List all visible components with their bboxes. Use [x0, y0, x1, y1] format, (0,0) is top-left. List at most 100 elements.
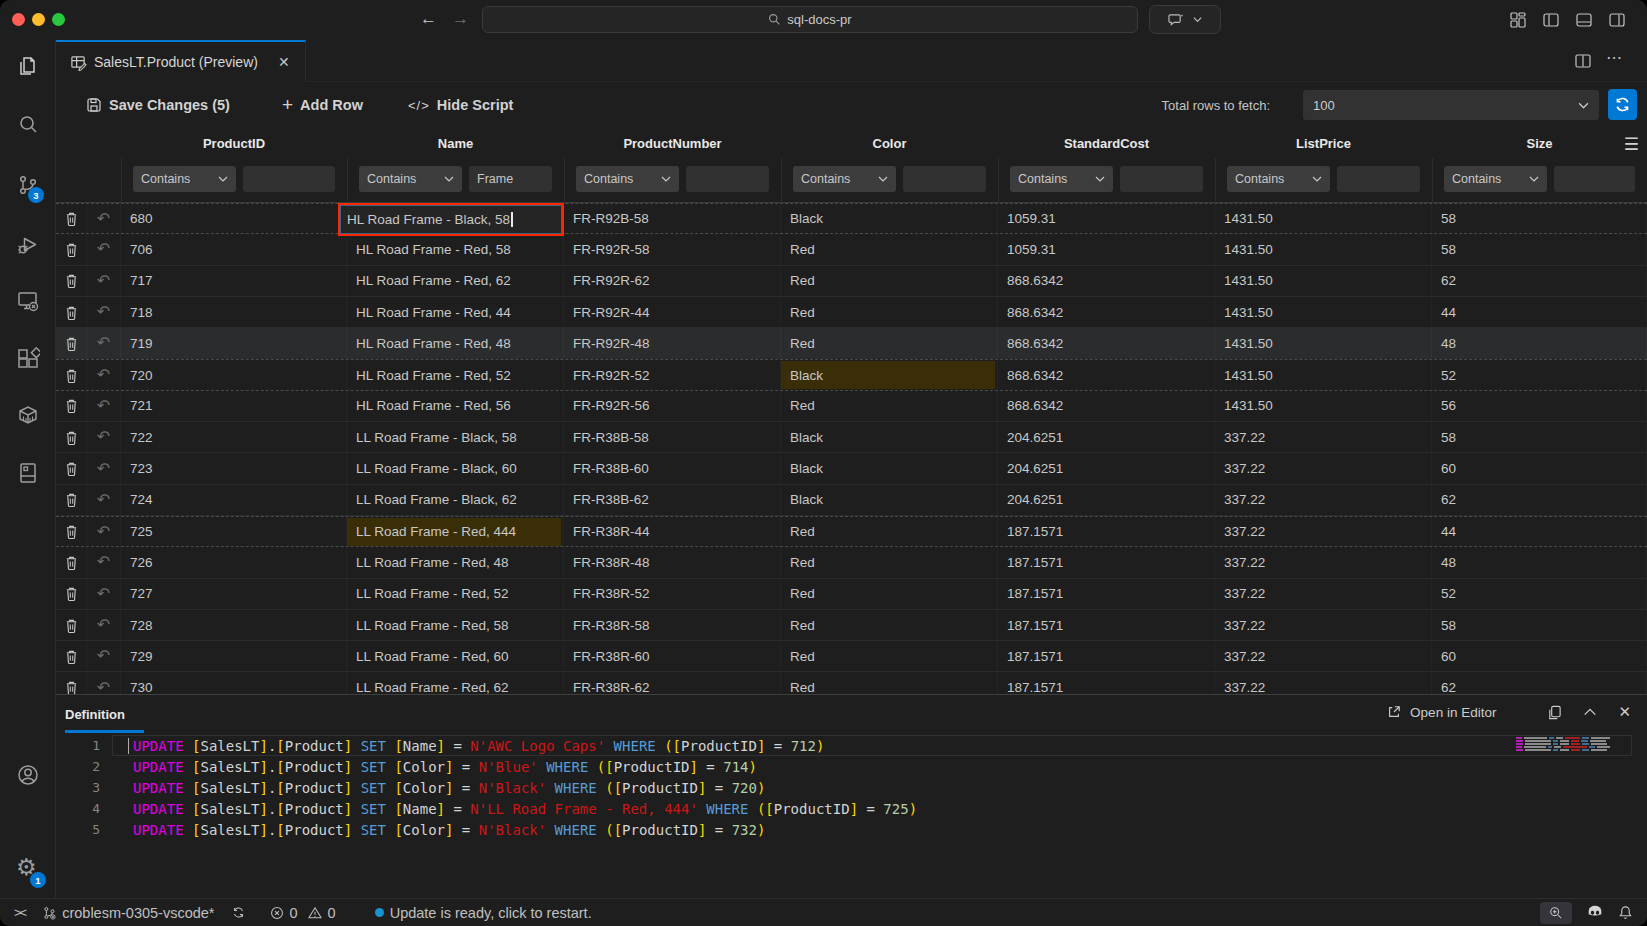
- filter-operator-size[interactable]: Contains: [1444, 166, 1547, 192]
- cell-720-id[interactable]: 720: [121, 360, 347, 389]
- revert-row-icon[interactable]: ↶: [97, 557, 110, 567]
- cell-717-price[interactable]: 1431.50: [1215, 266, 1432, 296]
- delete-row-cell[interactable]: [56, 234, 87, 264]
- cell-680-size[interactable]: 58: [1432, 204, 1647, 233]
- revert-row-icon[interactable]: ↶: [97, 589, 110, 599]
- revert-row-cell[interactable]: ↶: [87, 204, 121, 233]
- revert-row-icon[interactable]: ↶: [97, 651, 110, 661]
- cell-725-id[interactable]: 725: [121, 517, 347, 546]
- cell-730-color[interactable]: Red: [781, 672, 998, 694]
- revert-row-icon[interactable]: ↶: [97, 432, 110, 442]
- update-status[interactable]: Update is ready, click to restart.: [375, 905, 592, 921]
- remote-indicator[interactable]: ><: [14, 905, 25, 920]
- cell-728-color[interactable]: Red: [781, 610, 998, 640]
- sql-code-editor[interactable]: 1UPDATE [SalesLT].[Product] SET [Name] =…: [56, 735, 1647, 898]
- customize-layout-icon[interactable]: [1510, 12, 1526, 28]
- cell-680-cost[interactable]: 1059.31: [998, 204, 1215, 233]
- cell-726-price[interactable]: 337.22: [1215, 547, 1432, 577]
- revert-row-cell[interactable]: ↶: [87, 547, 121, 577]
- cell-721-name[interactable]: HL Road Frame - Red, 56: [347, 391, 564, 421]
- toggle-primary-sidebar-icon[interactable]: [1543, 12, 1559, 28]
- delete-row-cell[interactable]: [56, 204, 87, 233]
- revert-row-cell[interactable]: ↶: [87, 297, 121, 327]
- cell-719-name[interactable]: HL Road Frame - Red, 48: [347, 328, 564, 358]
- cell-717-color[interactable]: Red: [781, 266, 998, 296]
- cell-718-number[interactable]: FR-R92R-44: [564, 297, 781, 327]
- delete-row-icon[interactable]: [65, 586, 78, 601]
- delete-row-icon[interactable]: [65, 305, 78, 320]
- filter-input-productnumber[interactable]: [686, 166, 769, 192]
- revert-row-icon[interactable]: ↶: [97, 276, 110, 286]
- delete-row-cell[interactable]: [56, 547, 87, 577]
- accounts-icon[interactable]: [16, 763, 40, 787]
- revert-row-icon[interactable]: ↶: [97, 214, 110, 224]
- revert-row-cell[interactable]: ↶: [87, 641, 121, 671]
- cell-680-price[interactable]: 1431.50: [1215, 204, 1432, 233]
- cell-721-id[interactable]: 721: [121, 391, 347, 421]
- revert-row-cell[interactable]: ↶: [87, 391, 121, 421]
- cell-725-size[interactable]: 44: [1432, 517, 1647, 546]
- cell-717-cost[interactable]: 868.6342: [998, 266, 1215, 296]
- cell-edit-box[interactable]: HL Road Frame - Black, 58: [338, 203, 564, 236]
- cell-725-price[interactable]: 337.22: [1215, 517, 1432, 546]
- problems-status[interactable]: 0 0: [270, 905, 336, 921]
- delete-row-cell[interactable]: [56, 360, 87, 389]
- filter-operator-listprice[interactable]: Contains: [1227, 166, 1330, 192]
- delete-row-icon[interactable]: [65, 618, 78, 633]
- tab-saleslt-product[interactable]: SalesLT.Product (Preview) ✕: [56, 40, 306, 82]
- revert-row-icon[interactable]: ↶: [97, 401, 110, 411]
- toggle-panel-icon[interactable]: [1576, 12, 1592, 28]
- filter-input-standardcost[interactable]: [1120, 166, 1203, 192]
- filter-operator-standardcost[interactable]: Contains: [1010, 166, 1113, 192]
- cell-723-id[interactable]: 723: [121, 453, 347, 483]
- cell-726-id[interactable]: 726: [121, 547, 347, 577]
- run-debug-icon[interactable]: [16, 233, 40, 257]
- sync-button[interactable]: [232, 906, 245, 919]
- cell-719-number[interactable]: FR-R92R-48: [564, 328, 781, 358]
- grid-menu-icon[interactable]: ☰: [1624, 134, 1639, 155]
- cell-726-number[interactable]: FR-R38R-48: [564, 547, 781, 577]
- bell-icon[interactable]: [1618, 905, 1633, 920]
- cell-706-number[interactable]: FR-R92R-58: [564, 234, 781, 264]
- revert-row-cell[interactable]: ↶: [87, 328, 121, 358]
- cell-680-number[interactable]: FR-R92B-58: [564, 204, 781, 233]
- containers-icon[interactable]: [16, 403, 40, 427]
- revert-row-icon[interactable]: ↶: [97, 338, 110, 348]
- cell-722-name[interactable]: LL Road Frame - Black, 58: [347, 422, 564, 452]
- extensions-icon[interactable]: [16, 346, 40, 370]
- cell-721-color[interactable]: Red: [781, 391, 998, 421]
- cell-728-price[interactable]: 337.22: [1215, 610, 1432, 640]
- cell-719-color[interactable]: Red: [781, 328, 998, 358]
- branch-status[interactable]: croblesm-0305-vscode*: [42, 905, 214, 921]
- cell-724-number[interactable]: FR-R38B-62: [564, 485, 781, 515]
- cell-717-id[interactable]: 717: [121, 266, 347, 296]
- delete-row-cell[interactable]: [56, 297, 87, 327]
- delete-row-cell[interactable]: [56, 517, 87, 546]
- fetch-rows-select[interactable]: 100: [1303, 90, 1599, 120]
- filter-input-color[interactable]: [903, 166, 986, 192]
- cell-706-price[interactable]: 1431.50: [1215, 234, 1432, 264]
- cell-706-size[interactable]: 58: [1432, 234, 1647, 264]
- cell-723-price[interactable]: 337.22: [1215, 453, 1432, 483]
- cell-721-number[interactable]: FR-R92R-56: [564, 391, 781, 421]
- revert-row-cell[interactable]: ↶: [87, 234, 121, 264]
- refresh-button[interactable]: [1608, 89, 1637, 120]
- macos-zoom-button[interactable]: [52, 13, 65, 26]
- cell-728-name[interactable]: LL Road Frame - Red, 58: [347, 610, 564, 640]
- cell-726-color[interactable]: Red: [781, 547, 998, 577]
- delete-row-cell[interactable]: [56, 610, 87, 640]
- column-header-size[interactable]: Size: [1432, 128, 1647, 158]
- delete-row-cell[interactable]: [56, 641, 87, 671]
- revert-row-icon[interactable]: ↶: [97, 527, 110, 537]
- cell-720-cost[interactable]: 868.6342: [998, 360, 1215, 389]
- cell-718-color[interactable]: Red: [781, 297, 998, 327]
- macos-close-button[interactable]: [12, 13, 25, 26]
- cell-727-cost[interactable]: 187.1571: [998, 579, 1215, 609]
- cell-719-id[interactable]: 719: [121, 328, 347, 358]
- cell-725-color[interactable]: Red: [781, 517, 998, 546]
- cell-706-color[interactable]: Red: [781, 234, 998, 264]
- open-in-editor-button[interactable]: Open in Editor: [1387, 705, 1496, 720]
- revert-row-cell[interactable]: ↶: [87, 610, 121, 640]
- cell-718-id[interactable]: 718: [121, 297, 347, 327]
- save-changes-button[interactable]: Save Changes (5): [86, 82, 230, 128]
